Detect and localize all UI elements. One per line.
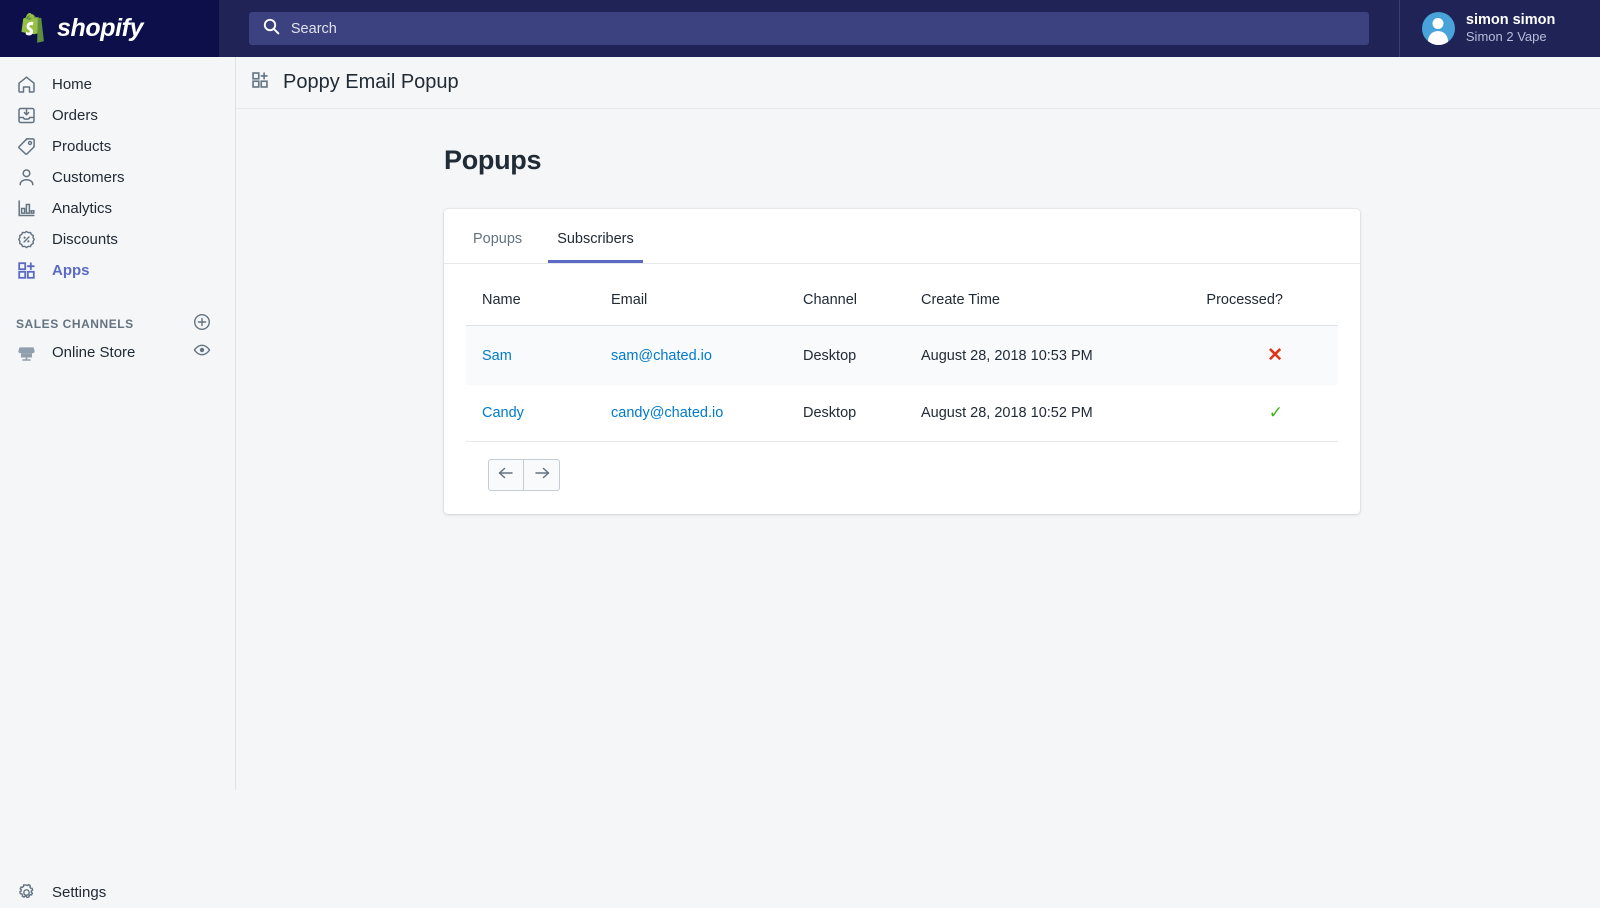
sidebar-item-label: Customers [52,169,125,186]
cell-name: Candy [466,385,611,441]
cross-icon: ✕ [1267,345,1283,366]
cell-email: candy@chated.io [611,385,803,441]
table-row: Sam sam@chated.io Desktop August 28, 201… [466,326,1338,386]
apps-grid-plus-icon [250,70,270,95]
product-tag-icon [16,136,37,157]
table-row: Candy candy@chated.io Desktop August 28,… [466,385,1338,441]
sidebar-item-products[interactable]: Products [0,131,235,162]
table-head: Name Email Channel Create Time Processed… [466,272,1338,326]
column-header-channel: Channel [803,272,921,326]
column-header-create-time: Create Time [921,272,1201,326]
cell-channel: Desktop [803,385,921,441]
home-icon [16,74,37,95]
cell-channel: Desktop [803,326,921,386]
cell-processed: ✕ [1201,326,1338,386]
sidebar-item-orders[interactable]: Orders [0,100,235,131]
eye-icon[interactable] [193,341,211,364]
plus-circle-icon[interactable] [193,313,211,336]
table-header-row: Name Email Channel Create Time Processed… [466,272,1338,326]
cell-processed: ✓ [1201,385,1338,441]
orders-inbox-icon [16,105,37,126]
column-header-name: Name [466,272,611,326]
subscriber-name-link[interactable]: Sam [482,348,512,364]
search-input[interactable]: Search [249,12,1369,45]
content-area: Popups Popups Subscribers Name Email Cha… [236,109,1600,514]
app-header-bar: Poppy Email Popup [236,57,1600,109]
subscriber-email-link[interactable]: candy@chated.io [611,405,723,421]
table-body: Sam sam@chated.io Desktop August 28, 201… [466,326,1338,442]
tab-bar: Popups Subscribers [444,209,1360,264]
online-store-left: Online Store [16,342,135,363]
subscriber-email-link[interactable]: sam@chated.io [611,348,712,364]
cell-create-time: August 28, 2018 10:52 PM [921,385,1201,441]
pagination [466,441,1338,514]
cell-email: sam@chated.io [611,326,803,386]
sidebar-item-label: Settings [52,884,106,901]
sidebar-item-label: Apps [52,262,90,279]
shopify-logo[interactable]: shopify [0,0,219,57]
sidebar-item-apps[interactable]: Apps [0,255,235,286]
sidebar-item-label: Home [52,76,92,93]
subscribers-table: Name Email Channel Create Time Processed… [466,272,1338,441]
sidebar-item-settings[interactable]: Settings [0,877,236,908]
analytics-bars-icon [16,198,37,219]
pagination-next-button[interactable] [524,459,560,491]
top-bar: shopify Search simon simon Simon 2 Vape [0,0,1600,57]
arrow-right-icon [533,466,551,485]
user-name: simon simon [1466,11,1555,29]
sidebar-item-label: Analytics [52,200,112,217]
tab-popups[interactable]: Popups [464,231,531,263]
user-info: simon simon Simon 2 Vape [1466,11,1555,46]
subscriber-name-link[interactable]: Candy [482,405,524,421]
apps-grid-plus-icon [16,260,37,281]
column-header-processed: Processed? [1201,272,1338,326]
cell-create-time: August 28, 2018 10:53 PM [921,326,1201,386]
sidebar-item-online-store[interactable]: Online Store [0,337,235,368]
app-title: Poppy Email Popup [283,71,459,94]
sidebar-item-analytics[interactable]: Analytics [0,193,235,224]
search-icon [263,18,280,40]
discount-percent-icon [16,229,37,250]
arrow-left-icon [497,466,515,485]
sidebar-item-label: Orders [52,107,98,124]
pagination-prev-button[interactable] [488,459,524,491]
cell-name: Sam [466,326,611,386]
shopify-wordmark: shopify [57,14,143,43]
sidebar-item-customers[interactable]: Customers [0,162,235,193]
page-title: Popups [444,145,1600,176]
sidebar: Home Orders Products Customers Analytics… [0,57,236,790]
user-store-name: Simon 2 Vape [1466,29,1555,46]
main-content: Poppy Email Popup Popups Popups Subscrib… [236,57,1600,900]
sidebar-item-home[interactable]: Home [0,69,235,100]
user-menu[interactable]: simon simon Simon 2 Vape [1399,0,1600,57]
sales-channels-title: SALES CHANNELS [16,317,134,331]
check-icon: ✓ [1269,403,1283,422]
sidebar-item-label: Discounts [52,231,118,248]
sales-channels-section-header: SALES CHANNELS [0,311,235,337]
column-header-email: Email [611,272,803,326]
store-icon [16,342,37,363]
pagination-buttons [488,459,1338,514]
tab-subscribers[interactable]: Subscribers [548,231,643,263]
popups-card: Popups Subscribers Name Email Channel Cr… [444,209,1360,514]
sidebar-item-label: Products [52,138,111,155]
customer-person-icon [16,167,37,188]
user-avatar-icon [1422,12,1455,45]
search-area: Search [219,12,1399,45]
shopify-bag-logo [20,13,48,44]
subscribers-table-area: Name Email Channel Create Time Processed… [444,264,1360,441]
search-placeholder-text: Search [291,21,337,37]
sidebar-item-discounts[interactable]: Discounts [0,224,235,255]
sidebar-item-label: Online Store [52,344,135,361]
